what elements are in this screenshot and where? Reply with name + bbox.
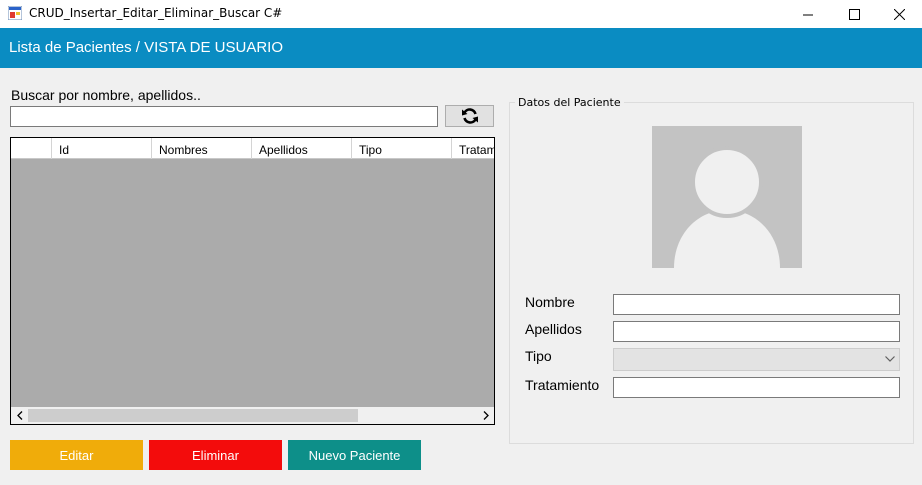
grid-header: Id Nombres Apellidos Tipo Tratami	[11, 138, 494, 159]
patients-grid[interactable]: Id Nombres Apellidos Tipo Tratami	[10, 137, 495, 425]
tratamiento-label: Tratamiento	[525, 377, 600, 393]
close-button[interactable]	[876, 0, 922, 28]
apellidos-field[interactable]	[613, 321, 900, 342]
maximize-icon	[848, 8, 860, 20]
scroll-right-button[interactable]	[477, 407, 494, 424]
apellidos-label: Apellidos	[525, 321, 582, 337]
horizontal-scrollbar[interactable]	[11, 407, 494, 424]
nombre-field[interactable]	[613, 294, 900, 315]
patient-photo[interactable]	[652, 126, 802, 268]
maximize-button[interactable]	[831, 0, 877, 28]
window-titlebar: CRUD_Insertar_Editar_Eliminar_Buscar C#	[0, 0, 922, 28]
close-icon	[893, 8, 905, 20]
minimize-button[interactable]	[785, 0, 831, 28]
delete-button[interactable]: Eliminar	[149, 440, 282, 470]
chevron-down-icon	[885, 356, 895, 362]
search-label: Buscar por nombre, apellidos..	[11, 87, 201, 103]
search-input[interactable]	[10, 106, 438, 127]
app-icon	[8, 6, 22, 20]
tratamiento-field[interactable]	[613, 377, 900, 398]
tipo-select[interactable]	[613, 348, 900, 371]
column-id[interactable]: Id	[52, 138, 152, 159]
column-tipo[interactable]: Tipo	[352, 138, 452, 159]
page-title: Lista de Pacientes / VISTA DE USUARIO	[9, 39, 283, 56]
refresh-icon	[461, 108, 478, 124]
scrollbar-thumb[interactable]	[28, 409, 358, 422]
minimize-icon	[802, 14, 813, 15]
refresh-button[interactable]	[445, 105, 494, 127]
user-placeholder-icon	[674, 146, 780, 268]
page-header: Lista de Pacientes / VISTA DE USUARIO	[0, 28, 922, 68]
edit-button[interactable]: Editar	[10, 440, 143, 470]
column-apellidos[interactable]: Apellidos	[252, 138, 352, 159]
chevron-left-icon	[16, 411, 22, 420]
new-patient-button[interactable]: Nuevo Paciente	[288, 440, 421, 470]
window-title: CRUD_Insertar_Editar_Eliminar_Buscar C#	[29, 6, 283, 20]
nombre-label: Nombre	[525, 294, 575, 310]
group-title: Datos del Paciente	[515, 96, 624, 109]
chevron-right-icon	[483, 411, 489, 420]
row-header-column[interactable]	[11, 138, 52, 159]
tipo-label: Tipo	[525, 348, 552, 364]
scroll-left-button[interactable]	[11, 407, 28, 424]
column-nombres[interactable]: Nombres	[152, 138, 252, 159]
column-tratamiento[interactable]: Tratami	[452, 138, 494, 159]
